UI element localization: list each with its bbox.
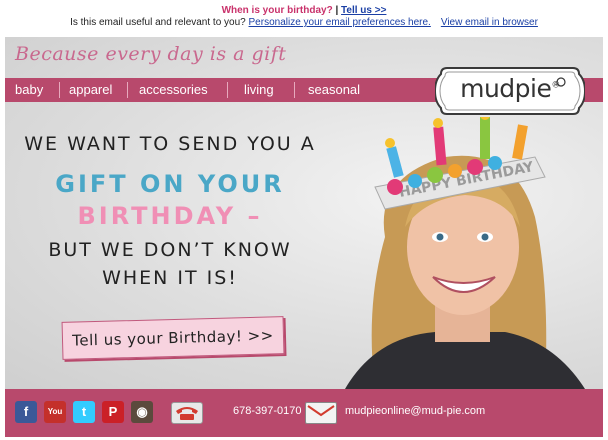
- separator: |: [332, 5, 342, 16]
- preheader: When is your birthday? | Tell us >> Is t…: [0, 0, 608, 36]
- phone-number[interactable]: 678-397-0170: [233, 405, 302, 417]
- birthday-question: When is your birthday?: [221, 5, 333, 16]
- facebook-icon[interactable]: f: [15, 401, 37, 423]
- personalize-link[interactable]: Personalize your email preferences here.: [249, 17, 431, 28]
- tell-us-link[interactable]: Tell us >>: [341, 5, 386, 16]
- mudpie-logo[interactable]: mudpie®: [433, 62, 587, 120]
- headline-line-4: BUT WE DON’T KNOW: [48, 239, 292, 261]
- email-address[interactable]: mudpieonline@mud-pie.com: [345, 405, 485, 417]
- nav-item-seasonal[interactable]: seasonal: [308, 78, 360, 102]
- email-icon: [305, 402, 337, 424]
- pinterest-icon[interactable]: P: [102, 401, 124, 423]
- nav-item-baby[interactable]: baby: [15, 78, 43, 102]
- tell-us-birthday-button[interactable]: Tell us your Birthday! >>: [61, 316, 285, 360]
- birthday-question-line: When is your birthday? | Tell us >>: [0, 5, 608, 16]
- nav-divider: [59, 82, 60, 98]
- youtube-icon[interactable]: You: [44, 401, 66, 423]
- logo-wordmark: mudpie®: [460, 74, 560, 103]
- nav-divider: [127, 82, 128, 98]
- headline-line-1: WE WANT TO SEND YOU A: [24, 133, 316, 155]
- twitter-icon[interactable]: t: [73, 401, 95, 423]
- phone-icon: [171, 402, 203, 424]
- email-body: Because every day is a gift baby apparel…: [5, 37, 603, 437]
- nav-item-accessories[interactable]: accessories: [139, 78, 208, 102]
- nav-divider: [227, 82, 228, 98]
- view-in-browser-link[interactable]: View email in browser: [441, 17, 538, 28]
- headline-birthday: BIRTHDAY –: [77, 202, 263, 230]
- instagram-icon[interactable]: ◉: [131, 401, 153, 423]
- headline-gift: GIFT ON YOUR: [55, 170, 285, 198]
- footer-bar: f You t P ◉ 678-397-0170 mudpieonline@mu…: [5, 389, 603, 437]
- tagline: Because every day is a gift: [15, 43, 287, 65]
- birthday-woman-photo[interactable]: HAPPY BIRTHDAY: [305, 117, 603, 389]
- headline-line-5: WHEN IT IS!: [102, 267, 238, 289]
- preferences-line: Is this email useful and relevant to you…: [0, 17, 608, 28]
- relevance-text: Is this email useful and relevant to you…: [70, 17, 246, 28]
- nav-item-apparel[interactable]: apparel: [69, 78, 112, 102]
- nav-item-living[interactable]: living: [244, 78, 274, 102]
- nav-divider: [294, 82, 295, 98]
